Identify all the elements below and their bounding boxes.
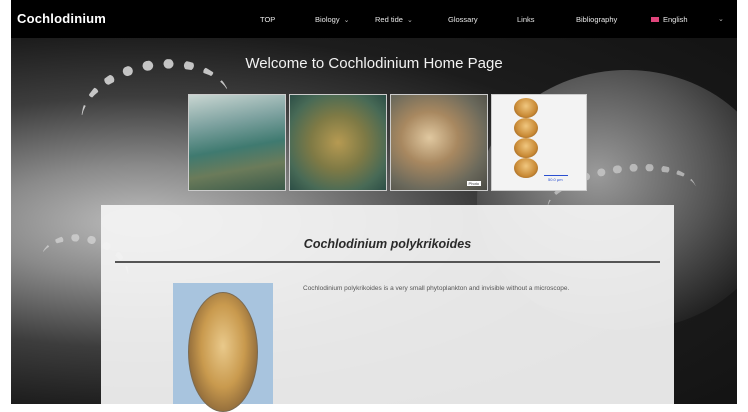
nav-biology[interactable]: Biology ⌄ [315, 15, 349, 24]
top-navbar: Cochlodinium TOP Biology ⌄ Red tide ⌄ Gl… [11, 0, 737, 38]
nav-biology-label: Biology [315, 15, 340, 24]
nav-glossary[interactable]: Glossary [448, 15, 478, 24]
site-brand[interactable]: Cochlodinium [17, 11, 106, 26]
gallery-photo-micrograph[interactable]: 50.0 µm [491, 94, 587, 191]
chevron-down-icon: ⌄ [406, 16, 413, 24]
nav-top-label: TOP [260, 15, 276, 24]
species-image [173, 283, 273, 412]
nav-bibliography[interactable]: Bibliography [576, 15, 617, 24]
chevron-down-icon: ⌄ [718, 16, 724, 23]
nav-language-label: English [663, 15, 688, 24]
nav-links[interactable]: Links [517, 15, 535, 24]
cell-oval [188, 292, 258, 412]
nav-red-tide-label: Red tide [375, 15, 403, 24]
nav-red-tide[interactable]: Red tide ⌄ [375, 15, 413, 24]
nav-language[interactable]: English [651, 15, 688, 24]
species-title: Cochlodinium polykrikoides [303, 237, 472, 251]
nav-links-label: Links [517, 15, 535, 24]
gallery-photo-coast[interactable] [188, 94, 286, 191]
nav-top[interactable]: TOP [260, 15, 275, 24]
species-description: Cochlodinium polykrikoides is a very sma… [303, 285, 570, 292]
gallery-photo-red-tide[interactable] [289, 94, 387, 191]
nav-more[interactable]: ⌄ [718, 15, 724, 23]
nav-bibliography-label: Bibliography [576, 15, 618, 24]
photo-caption: Photo [466, 181, 481, 186]
content-card: Cochlodinium polykrikoides Cochlodinium … [101, 205, 674, 412]
chevron-down-icon: ⌄ [343, 16, 350, 24]
hero-title: Welcome to Cochlodinium Home Page [245, 55, 503, 72]
scale-bar [544, 175, 568, 176]
scale-label: 50.0 µm [548, 177, 563, 182]
title-divider [115, 261, 660, 263]
flag-icon [651, 17, 659, 22]
nav-glossary-label: Glossary [448, 15, 478, 24]
gallery-photo-bloom[interactable]: Photo [390, 94, 488, 191]
